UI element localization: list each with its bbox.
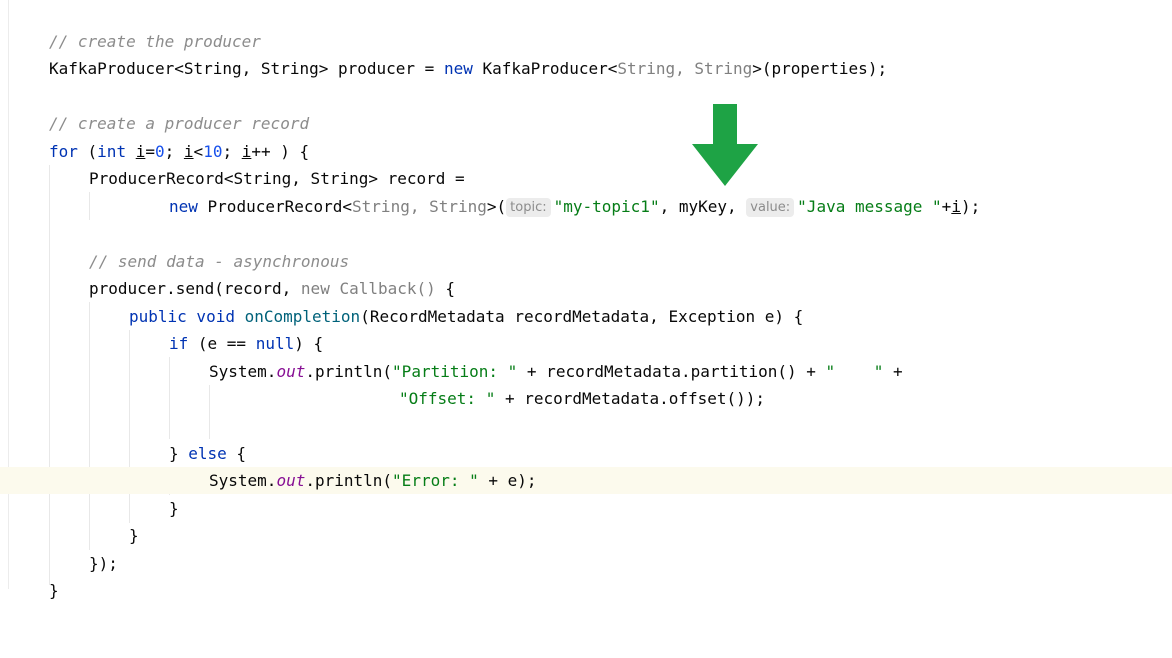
code-line[interactable]: }: [0, 522, 1172, 549]
code-line[interactable]: if (e == null) {: [0, 330, 1172, 357]
code-line[interactable]: }: [0, 577, 1172, 604]
code-line[interactable]: ProducerRecord<String, String> record =: [0, 165, 1172, 192]
code-line[interactable]: // create the producer: [0, 28, 1172, 55]
code-line[interactable]: } else {: [0, 440, 1172, 467]
code-line[interactable]: });: [0, 550, 1172, 577]
code-line[interactable]: public void onCompletion(RecordMetadata …: [0, 303, 1172, 330]
code-line[interactable]: producer.send(record, new Callback() {: [0, 275, 1172, 302]
comment: // create the producer: [49, 32, 261, 51]
code-line[interactable]: new ProducerRecord<String, String>(topic…: [0, 193, 1172, 220]
comment: // create a producer record: [49, 114, 310, 133]
arrow-down-icon: [692, 104, 758, 186]
code-editor[interactable]: // create the producer KafkaProducer<Str…: [0, 0, 1172, 600]
arrow-shape: [692, 104, 758, 186]
parameter-hint-value: value:: [746, 198, 795, 217]
comment: // send data - asynchronous: [89, 252, 350, 271]
code-line[interactable]: for (int i=0; i<10; i++ ) {: [0, 138, 1172, 165]
code-line[interactable]: }: [0, 495, 1172, 522]
code-line[interactable]: // create a producer record: [0, 110, 1172, 137]
code-line[interactable]: KafkaProducer<String, String> producer =…: [0, 55, 1172, 82]
current-line[interactable]: System.out.println("Error: " + e);: [0, 467, 1172, 494]
code-line[interactable]: System.out.println("Partition: " + recor…: [0, 358, 1172, 385]
code-line[interactable]: "Offset: " + recordMetadata.offset());: [0, 385, 1172, 412]
parameter-hint-topic: topic:: [506, 198, 551, 217]
code-line[interactable]: // send data - asynchronous: [0, 248, 1172, 275]
